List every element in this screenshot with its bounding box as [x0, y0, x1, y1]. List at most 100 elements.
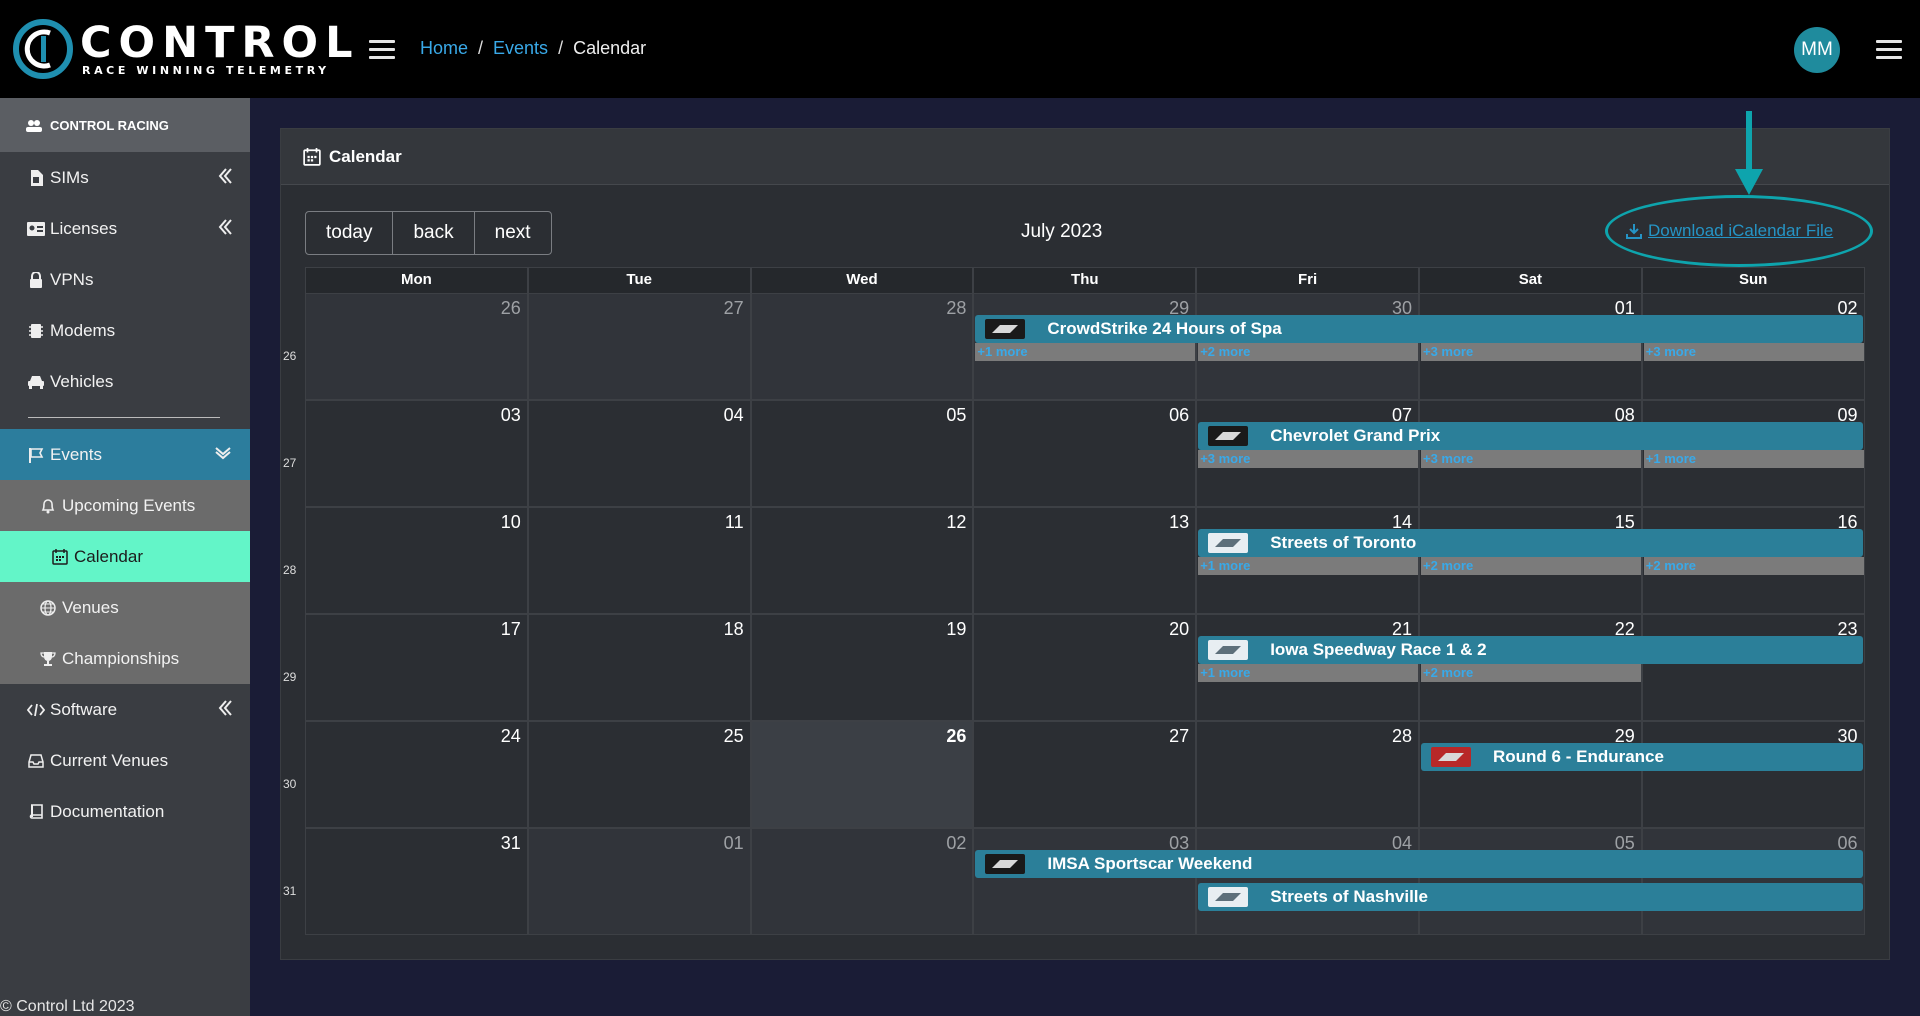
more-events-link[interactable]: +1 more	[1198, 557, 1418, 575]
day-cell[interactable]: 24	[305, 721, 528, 828]
control-logo[interactable]: CONTROL RACE WINNING TELEMETRY	[12, 18, 353, 80]
day-number[interactable]: 06	[1169, 405, 1189, 426]
day-number[interactable]: 17	[501, 619, 521, 640]
day-cell[interactable]: 03	[305, 400, 528, 507]
day-cell[interactable]: 28	[1196, 721, 1419, 828]
breadcrumb-home-link[interactable]: Home	[420, 38, 468, 58]
day-cell[interactable]: 28	[750, 293, 974, 400]
day-cell[interactable]: 20	[973, 614, 1197, 721]
day-number[interactable]: 04	[724, 405, 744, 426]
sidebar-item-venues[interactable]: Venues	[0, 582, 250, 633]
calendar-event[interactable]: CrowdStrike 24 Hours of Spa	[975, 315, 1863, 343]
day-cell[interactable]: 11	[527, 507, 751, 614]
day-cell[interactable]: 06	[973, 400, 1197, 507]
sidebar-item-vpns[interactable]: VPNs	[0, 254, 250, 305]
sidebar-item-sims[interactable]: SIMs	[0, 152, 250, 203]
sidebar-item-licenses[interactable]: Licenses	[0, 203, 250, 254]
calendar-event[interactable]: IMSA Sportscar Weekend	[975, 850, 1863, 878]
day-number[interactable]: 24	[501, 726, 521, 747]
calendar-event[interactable]: Streets of Toronto	[1198, 529, 1863, 557]
day-cell[interactable]: 06	[1641, 828, 1865, 935]
sidebar-item-current-venues[interactable]: Current Venues	[0, 735, 250, 786]
sidebar-item-software[interactable]: Software	[0, 684, 250, 735]
day-number[interactable]: 18	[724, 619, 744, 640]
more-events-link[interactable]: +2 more	[1421, 664, 1641, 682]
day-cell[interactable]: 27	[973, 721, 1197, 828]
day-cell[interactable]: 31	[305, 828, 528, 935]
day-cell[interactable]: 29	[1418, 721, 1642, 828]
day-cell[interactable]: 04	[1196, 828, 1419, 935]
day-number[interactable]: 27	[1169, 726, 1189, 747]
more-events-link[interactable]: +1 more	[1198, 664, 1418, 682]
day-number[interactable]: 13	[1169, 512, 1189, 533]
day-number[interactable]: 28	[946, 298, 966, 319]
calendar-event[interactable]: Streets of Nashville	[1198, 883, 1863, 911]
more-events-link[interactable]: +2 more	[1421, 557, 1641, 575]
day-number[interactable]: 26	[946, 726, 966, 747]
day-number[interactable]: 19	[946, 619, 966, 640]
sidebar-item-calendar[interactable]: Calendar	[0, 531, 250, 582]
calendar-event[interactable]: Round 6 - Endurance	[1421, 743, 1863, 771]
day-number[interactable]: 12	[946, 512, 966, 533]
day-cell[interactable]: 18	[527, 614, 751, 721]
day-number[interactable]: 26	[501, 298, 521, 319]
day-cell[interactable]: 05	[750, 400, 974, 507]
day-cell[interactable]: 13	[973, 507, 1197, 614]
day-number[interactable]: 28	[1392, 726, 1412, 747]
sidebar-org-header[interactable]: CONTROL RACING	[0, 98, 250, 152]
sidebar-item-documentation[interactable]: Documentation	[0, 786, 250, 837]
week-number: 27	[283, 456, 297, 470]
day-cell[interactable]: 23	[1641, 614, 1865, 721]
day-cell[interactable]: 10	[305, 507, 528, 614]
sidebar-item-championships[interactable]: Championships	[0, 633, 250, 684]
user-avatar[interactable]: MM	[1794, 27, 1840, 73]
day-number[interactable]: 27	[724, 298, 744, 319]
day-cell[interactable]: 04	[527, 400, 751, 507]
day-number[interactable]: 02	[946, 833, 966, 854]
day-number[interactable]: 11	[725, 512, 744, 533]
right-menu-hamburger-icon[interactable]	[1876, 40, 1902, 60]
day-number[interactable]: 03	[501, 405, 521, 426]
more-events-link[interactable]: +3 more	[1421, 450, 1641, 468]
sidebar-item-vehicles[interactable]: Vehicles	[0, 356, 250, 407]
day-cell[interactable]: 25	[527, 721, 751, 828]
breadcrumb-events-link[interactable]: Events	[493, 38, 548, 58]
calendar-event[interactable]: Iowa Speedway Race 1 & 2	[1198, 636, 1863, 664]
day-cell[interactable]: 17	[305, 614, 528, 721]
day-cell-today[interactable]: 26	[750, 721, 974, 828]
day-cell[interactable]: 19	[750, 614, 974, 721]
more-events-link[interactable]: +1 more	[975, 343, 1196, 361]
more-events-link[interactable]: +2 more	[1198, 343, 1418, 361]
week-number: 26	[283, 349, 297, 363]
day-number[interactable]: 01	[724, 833, 744, 854]
day-cell[interactable]: 01	[527, 828, 751, 935]
day-number[interactable]: 10	[501, 512, 521, 533]
day-cell[interactable]: 12	[750, 507, 974, 614]
day-cell[interactable]: 27	[527, 293, 751, 400]
day-cell[interactable]: 05	[1418, 828, 1642, 935]
calendar-event[interactable]: Chevrolet Grand Prix	[1198, 422, 1863, 450]
today-button[interactable]: today	[306, 212, 394, 254]
day-cell[interactable]: 03	[973, 828, 1197, 935]
day-number[interactable]: 25	[724, 726, 744, 747]
sidebar-item-upcoming-events[interactable]: Upcoming Events	[0, 480, 250, 531]
chevron-left-icon	[218, 218, 232, 241]
logo-tagline: RACE WINNING TELEMETRY	[82, 64, 330, 77]
day-cell[interactable]: 02	[750, 828, 974, 935]
more-events-link[interactable]: +3 more	[1198, 450, 1418, 468]
sidebar-item-modems[interactable]: Modems	[0, 305, 250, 356]
day-cell[interactable]: 30	[1641, 721, 1865, 828]
more-events-link[interactable]: +3 more	[1643, 343, 1864, 361]
download-icalendar-link[interactable]: Download iCalendar File	[1626, 221, 1833, 241]
back-button[interactable]: back	[393, 212, 475, 254]
day-number[interactable]: 20	[1169, 619, 1189, 640]
more-events-link[interactable]: +2 more	[1643, 557, 1864, 575]
more-events-link[interactable]: +1 more	[1643, 450, 1864, 468]
day-number[interactable]: 31	[501, 833, 521, 854]
sidebar-item-events[interactable]: Events	[0, 429, 250, 480]
more-events-link[interactable]: +3 more	[1421, 343, 1641, 361]
sidebar-toggle-hamburger-icon[interactable]	[369, 40, 395, 60]
day-cell[interactable]: 26	[305, 293, 528, 400]
day-number[interactable]: 05	[946, 405, 966, 426]
next-button[interactable]: next	[475, 212, 551, 254]
